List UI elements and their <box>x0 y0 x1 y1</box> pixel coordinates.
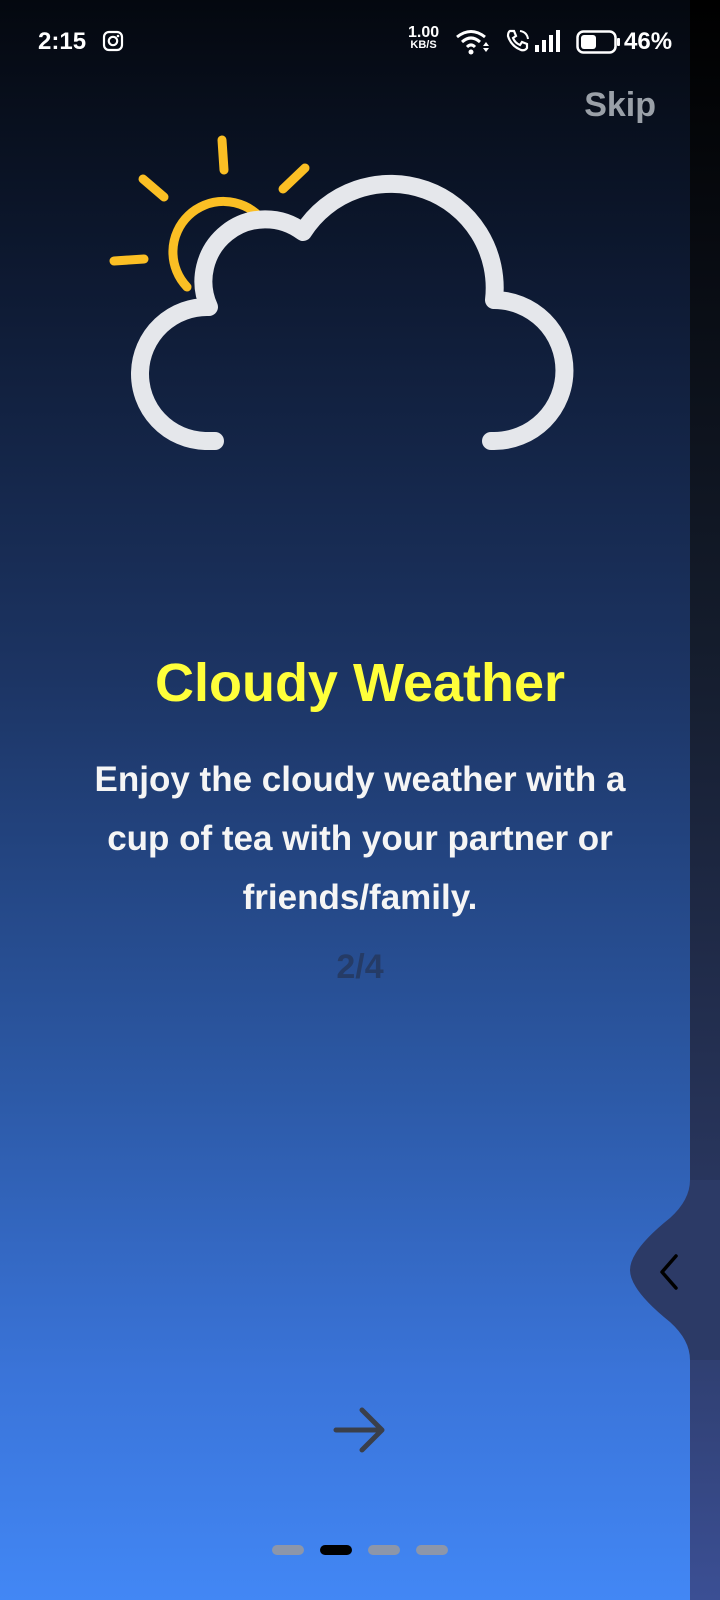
battery-percentage: 46% <box>624 28 673 55</box>
onboarding-title: Cloudy Weather <box>154 653 566 713</box>
signal-icon <box>533 28 565 61</box>
page-dot-2[interactable] <box>320 1545 352 1555</box>
status-time: 2:15 <box>38 28 87 55</box>
wifi-call-icon <box>505 28 531 61</box>
page-counter: 2/4 <box>336 948 384 986</box>
page-dot-3[interactable] <box>368 1545 400 1555</box>
battery-icon <box>576 30 622 61</box>
sun-behind-cloud-icon <box>109 135 574 450</box>
cloudy-weather-illustration <box>100 125 590 470</box>
onboarding-description: Enjoy the cloudy weather with a cup of t… <box>94 760 626 917</box>
skip-button[interactable]: Skip <box>584 86 656 125</box>
page-dot-1[interactable] <box>272 1545 304 1555</box>
wifi-icon <box>455 28 493 63</box>
status-bar: 2:15 1.00 KB/S 46% <box>0 0 690 84</box>
page-dots <box>272 1545 448 1555</box>
next-button[interactable] <box>330 1400 390 1460</box>
page-dot-4[interactable] <box>416 1545 448 1555</box>
network-speed-unit: KB/S <box>410 39 437 51</box>
arrow-right-icon <box>333 1407 385 1453</box>
back-gesture-handle[interactable] <box>630 1180 720 1360</box>
instagram-icon <box>102 30 124 59</box>
network-speed: 1.00 KB/S <box>408 25 439 52</box>
